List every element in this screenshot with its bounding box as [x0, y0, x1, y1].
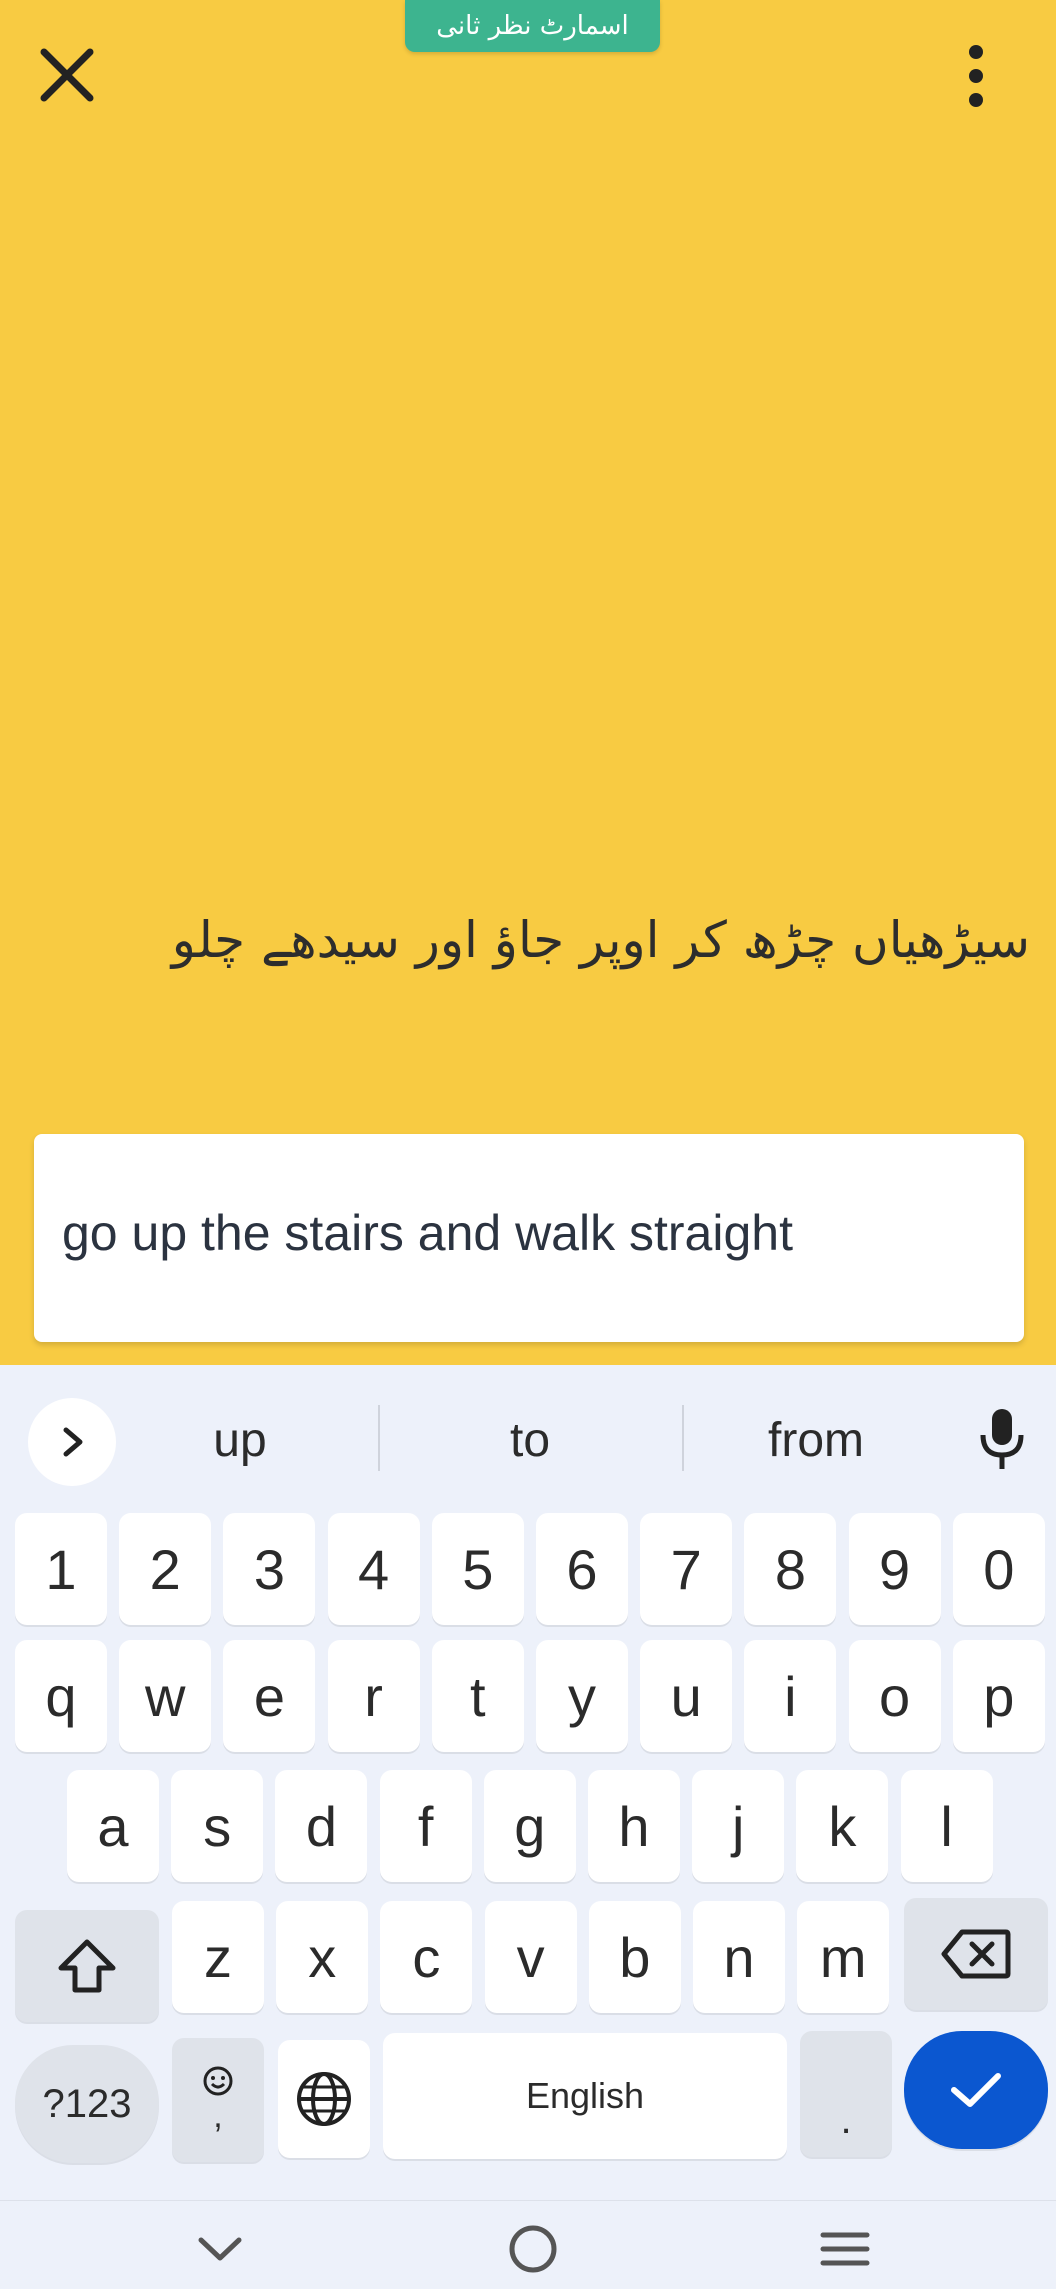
key-n[interactable]: n: [693, 1901, 785, 2013]
key-9[interactable]: 9: [848, 1513, 941, 1625]
more-options-button[interactable]: [946, 40, 1006, 112]
emoji-icon: [203, 2066, 233, 2095]
translation-text[interactable]: go up the stairs and walk straight: [62, 1204, 793, 1262]
shift-icon: [58, 1939, 116, 1993]
comma-label: ,: [213, 2096, 223, 2135]
key-f[interactable]: f: [379, 1770, 472, 1882]
globe-icon: [297, 2072, 351, 2126]
suggestions-expand-button[interactable]: [28, 1398, 116, 1486]
shift-key[interactable]: [15, 1910, 159, 2022]
key-z[interactable]: z: [172, 1901, 264, 2013]
suggestion-1[interactable]: up: [140, 1405, 340, 1475]
key-r[interactable]: r: [327, 1640, 420, 1752]
key-u[interactable]: u: [640, 1640, 733, 1752]
key-j[interactable]: j: [692, 1770, 785, 1882]
key-w[interactable]: w: [119, 1640, 212, 1752]
key-p[interactable]: p: [952, 1640, 1045, 1752]
home-circle-icon: [509, 2225, 557, 2273]
key-m[interactable]: m: [797, 1901, 890, 2013]
key-i[interactable]: i: [744, 1640, 837, 1752]
key-v[interactable]: v: [484, 1901, 577, 2013]
suggestion-divider: [682, 1405, 684, 1471]
key-e[interactable]: e: [223, 1640, 316, 1752]
key-d[interactable]: d: [275, 1770, 368, 1882]
voice-input-button[interactable]: [975, 1405, 1029, 1475]
period-key[interactable]: .: [800, 2031, 892, 2157]
backspace-key[interactable]: [904, 1898, 1048, 2010]
key-y[interactable]: y: [536, 1640, 628, 1752]
translation-card[interactable]: go up the stairs and walk straight: [34, 1134, 1024, 1342]
suggestion-divider: [378, 1405, 380, 1471]
key-3[interactable]: 3: [223, 1513, 316, 1625]
mic-icon: [980, 1409, 1024, 1469]
key-l[interactable]: l: [900, 1770, 993, 1882]
key-6[interactable]: 6: [536, 1513, 628, 1625]
key-s[interactable]: s: [171, 1770, 264, 1882]
key-q[interactable]: q: [15, 1640, 107, 1752]
nav-home-button[interactable]: [503, 2219, 563, 2279]
key-c[interactable]: c: [380, 1901, 473, 2013]
symbols-key[interactable]: ?123: [15, 2045, 159, 2163]
key-k[interactable]: k: [796, 1770, 889, 1882]
nav-back-button[interactable]: [190, 2219, 250, 2279]
key-h[interactable]: h: [588, 1770, 680, 1882]
backspace-icon: [941, 1929, 1011, 1979]
close-button[interactable]: [32, 40, 102, 110]
checkmark-icon: [951, 2073, 1001, 2107]
key-o[interactable]: o: [848, 1640, 941, 1752]
emoji-comma-key[interactable]: ,: [172, 2038, 264, 2162]
source-text: سیڑھیاں چڑھ کر اوپر جاؤ اور سیدھے چلو: [171, 911, 1030, 969]
chevron-right-icon: [63, 1427, 83, 1457]
close-icon: [40, 48, 94, 102]
system-navigation-bar: [0, 2200, 1056, 2289]
key-a[interactable]: a: [67, 1770, 159, 1882]
key-g[interactable]: g: [483, 1770, 576, 1882]
menu-lines-icon: [820, 2232, 870, 2266]
key-t[interactable]: t: [431, 1640, 524, 1752]
space-key[interactable]: English: [383, 2033, 787, 2159]
key-1[interactable]: 1: [15, 1513, 107, 1625]
key-b[interactable]: b: [588, 1901, 681, 2013]
suggestion-3[interactable]: from: [716, 1405, 916, 1475]
suggestion-2[interactable]: to: [430, 1405, 630, 1475]
keyboard: up to from ?123 , English . 1 2 3 4 5 6 …: [0, 1365, 1056, 2200]
more-vertical-icon: [969, 45, 983, 107]
chevron-down-icon: [198, 2237, 242, 2261]
language-key[interactable]: [278, 2040, 370, 2158]
smart-review-badge[interactable]: اسمارٹ نظر ثانی: [405, 0, 660, 52]
key-2[interactable]: 2: [119, 1513, 212, 1625]
key-7[interactable]: 7: [640, 1513, 733, 1625]
key-8[interactable]: 8: [744, 1513, 837, 1625]
enter-key[interactable]: [904, 2031, 1048, 2149]
key-4[interactable]: 4: [327, 1513, 420, 1625]
nav-recents-button[interactable]: [815, 2219, 875, 2279]
key-x[interactable]: x: [276, 1901, 369, 2013]
key-0[interactable]: 0: [952, 1513, 1045, 1625]
key-5[interactable]: 5: [431, 1513, 524, 1625]
